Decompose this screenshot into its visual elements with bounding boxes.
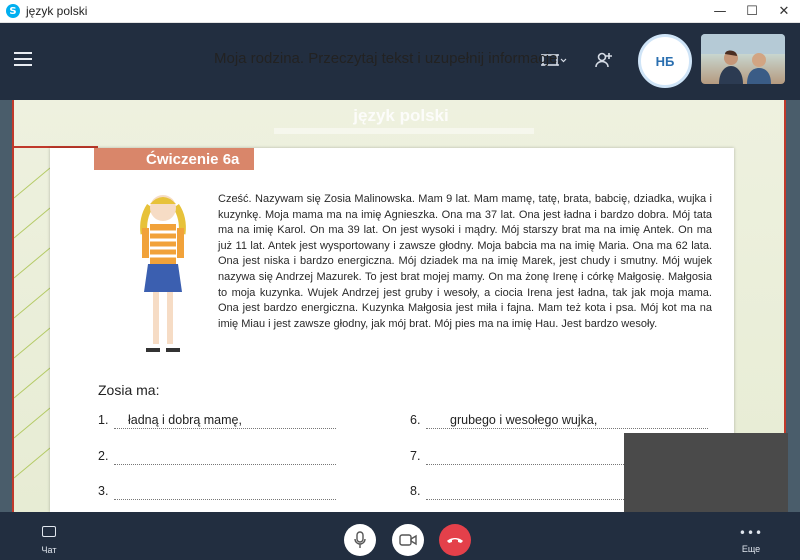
window-titlebar: S język polski — ☐ ✕ xyxy=(0,0,800,23)
self-video-thumbnail[interactable] xyxy=(701,34,785,84)
more-button[interactable]: ••• Еще xyxy=(734,526,768,554)
hang-up-icon xyxy=(447,538,463,543)
slide-title: język polski xyxy=(353,106,449,125)
answer-row-1[interactable]: 1. ładną i dobrą mamę, xyxy=(98,413,338,431)
answer-row-8[interactable]: 8. xyxy=(410,484,624,502)
more-icon: ••• xyxy=(738,526,764,540)
chat-label: Чат xyxy=(41,545,57,555)
participant-avatar[interactable]: НБ xyxy=(638,34,692,88)
add-person-icon[interactable] xyxy=(594,50,614,70)
answer-line xyxy=(114,499,336,500)
row-number: 2. xyxy=(98,449,109,463)
row-number: 6. xyxy=(410,413,421,427)
maximize-button[interactable]: ☐ xyxy=(736,0,768,23)
answer-row-7[interactable]: 7. xyxy=(410,449,624,467)
decorative-lines xyxy=(14,167,51,479)
answer-row-6[interactable]: 6. grubego i wesołego wujka, xyxy=(410,413,710,431)
girl-illustration xyxy=(140,195,186,352)
window-controls: — ☐ ✕ xyxy=(704,0,800,23)
menu-icon[interactable] xyxy=(14,52,32,66)
chat-button[interactable]: Чат xyxy=(34,526,64,555)
end-call-button[interactable] xyxy=(439,524,471,556)
answer-line xyxy=(426,499,624,500)
exercise-title: Moja rodzina. Przeczytaj tekst i uzupełn… xyxy=(214,50,562,67)
row-number: 3. xyxy=(98,484,109,498)
answer-row-2[interactable]: 2. xyxy=(98,449,338,467)
microphone-icon xyxy=(354,531,366,548)
camera-icon xyxy=(399,534,417,546)
exercise-label: Ćwiczenie 6a xyxy=(94,148,254,170)
more-label: Еще xyxy=(741,544,761,554)
row-number: 7. xyxy=(410,449,421,463)
answer-line xyxy=(114,464,336,465)
answer-text: ładną i dobrą mamę, xyxy=(128,413,242,427)
chat-icon xyxy=(42,526,56,537)
camera-button[interactable] xyxy=(392,524,424,556)
video-overlay xyxy=(624,433,788,512)
row-number: 8. xyxy=(410,484,421,498)
close-button[interactable]: ✕ xyxy=(768,0,800,23)
slide-subtitle-blur xyxy=(274,128,534,134)
skype-app-icon: S xyxy=(6,4,20,18)
row-number: 1. xyxy=(98,413,109,427)
window-title: język polski xyxy=(26,4,88,18)
microphone-button[interactable] xyxy=(344,524,376,556)
answer-text: grubego i wesołego wujka, xyxy=(450,413,598,427)
zosia-ma-heading: Zosia ma: xyxy=(98,382,160,398)
answer-line xyxy=(426,464,624,465)
reading-text: Cześć. Nazywam się Zosia Malinowska. Mam… xyxy=(218,193,712,330)
answer-row-3[interactable]: 3. xyxy=(98,484,338,502)
minimize-button[interactable]: — xyxy=(704,0,736,23)
answer-line xyxy=(114,428,336,429)
call-controls: Чат ••• Еще xyxy=(0,512,800,560)
answer-line xyxy=(426,428,708,429)
